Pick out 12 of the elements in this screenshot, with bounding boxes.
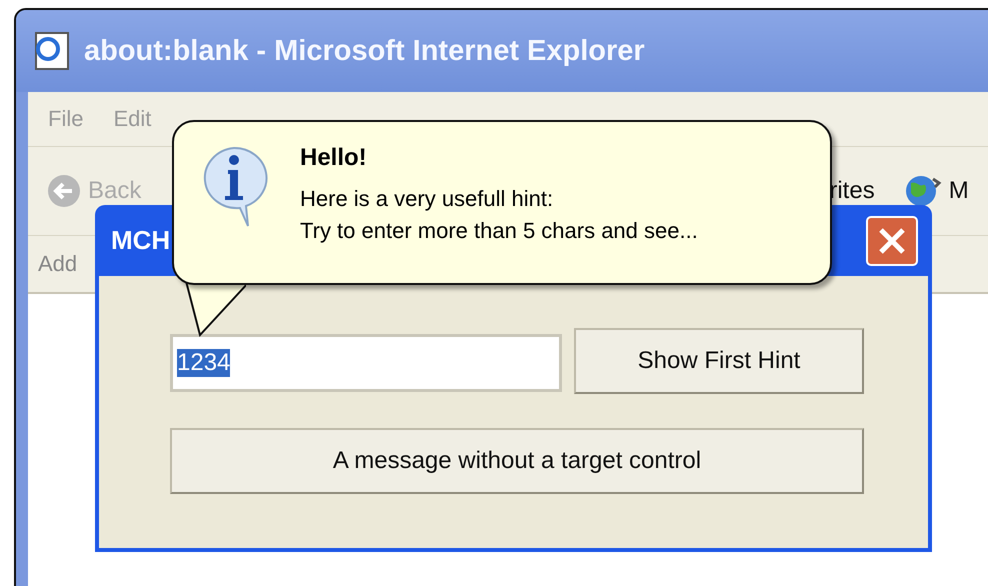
address-label: Add [38,251,78,277]
toolbar-button[interactable]: M [902,173,969,209]
dialog-title: MCH [111,225,170,256]
balloon-title: Hello! [300,144,368,172]
window-title: about:blank - Microsoft Internet Explorer [84,34,645,68]
close-icon [877,226,907,256]
close-button[interactable] [866,216,918,266]
balloon-text: Try to enter more than 5 chars and see... [300,218,698,244]
text-input[interactable]: 1234 [170,334,562,392]
balloon-text: Here is a very usefull hint: [300,186,554,212]
push-button[interactable]: A message without a target control [170,428,864,494]
push-button[interactable]: Show First Hint [574,328,864,394]
